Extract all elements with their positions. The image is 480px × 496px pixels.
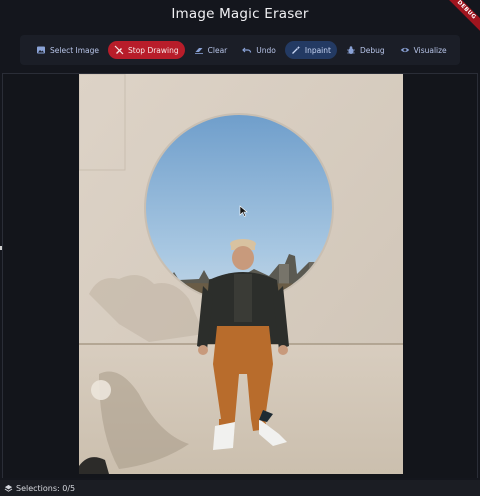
- eye-icon: [400, 47, 409, 53]
- photo-illustration: [79, 74, 403, 474]
- selections-count: Selections: 0/5: [16, 483, 76, 493]
- undo-label: Undo: [256, 45, 276, 55]
- visualize-button[interactable]: Visualize: [394, 41, 453, 59]
- bug-icon: [346, 46, 355, 54]
- inpaint-button[interactable]: Inpaint: [284, 41, 337, 59]
- select-image-label: Select Image: [50, 45, 100, 55]
- status-bar: Selections: 0/5: [0, 480, 480, 496]
- stop-drawing-button[interactable]: Stop Drawing: [108, 41, 185, 59]
- select-image-button[interactable]: Select Image: [30, 41, 105, 59]
- stop-drawing-label: Stop Drawing: [128, 45, 179, 55]
- debug-banner-label: DEBUG: [443, 0, 480, 34]
- app-title: Image Magic Eraser: [171, 6, 309, 22]
- image-icon: [37, 46, 45, 54]
- undo-icon: [242, 47, 252, 53]
- debug-button[interactable]: Debug: [340, 41, 391, 59]
- toolbar: Select Image Stop Drawing Clear Undo Inp…: [20, 35, 460, 65]
- magic-wand-icon: [291, 46, 301, 54]
- eraser-icon: [194, 48, 203, 54]
- app-window: Image Magic Eraser DEBUG Select Image St…: [0, 0, 480, 496]
- layers-icon: [4, 484, 13, 492]
- debug-label: Debug: [359, 45, 385, 55]
- clear-label: Clear: [207, 45, 228, 55]
- clear-button[interactable]: Clear: [188, 41, 234, 59]
- image-canvas[interactable]: [79, 74, 403, 474]
- visualize-label: Visualize: [413, 45, 447, 55]
- inpaint-label: Inpaint: [304, 45, 331, 55]
- undo-button[interactable]: Undo: [236, 41, 282, 59]
- pen-off-icon: [114, 45, 124, 55]
